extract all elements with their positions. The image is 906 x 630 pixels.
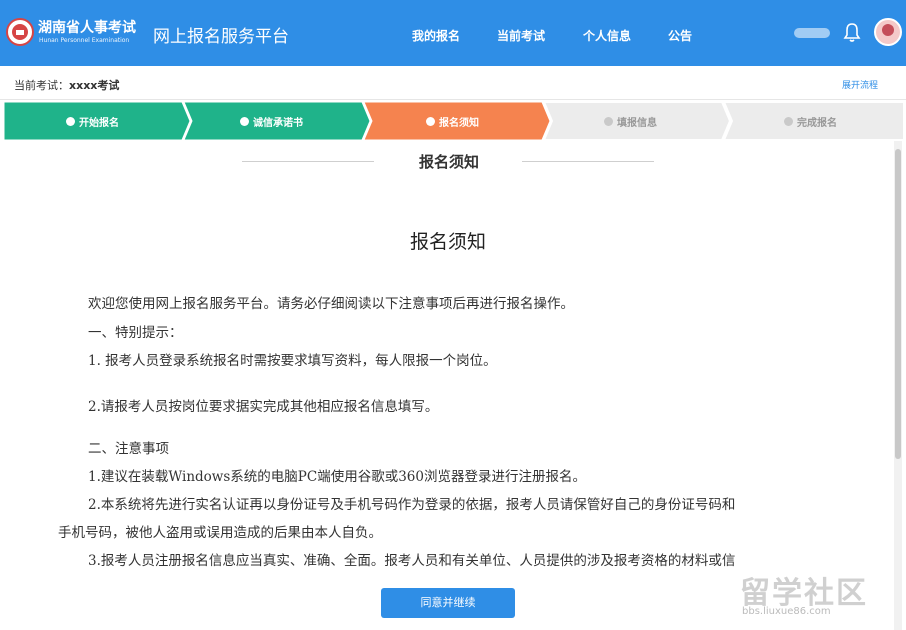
paragraph-welcome: 欢迎您使用网上报名服务平台。请务必仔细阅读以下注意事项后再进行报名操作。 (88, 296, 574, 312)
step-label: 报名须知 (439, 118, 479, 129)
current-exam-name: xxxx考试 (69, 79, 120, 92)
logo-icon[interactable] (6, 18, 34, 46)
current-exam-label: 当前考试：xxxx考试 (14, 77, 119, 93)
pending-circle-icon (784, 117, 793, 126)
step-registration-notice: 报名须知 (426, 114, 479, 129)
paragraph-item: 2.请报考人员按岗位要求据实完成其他相应报名信息填写。 (88, 399, 439, 415)
scrollbar-thumb[interactable] (895, 149, 901, 459)
content-scrollbar[interactable] (894, 141, 902, 630)
section-title: 报名须知 (418, 153, 479, 171)
agree-continue-button[interactable]: 同意并继续 (381, 588, 515, 618)
paragraph-item: 1.建议在装载Windows系统的电脑PC端使用谷歌或360浏览器登录进行注册报… (88, 469, 586, 485)
user-avatar[interactable] (874, 18, 902, 46)
nav-my-registration[interactable]: 我的报名 (412, 27, 460, 44)
step-start-registration: 开始报名 (66, 114, 119, 129)
notice-content: 报名须知 报名须知 欢迎您使用网上报名服务平台。请务必仔细阅读以下注意事项后再进… (4, 141, 892, 630)
step-label: 诚信承诺书 (253, 118, 303, 129)
step-label: 开始报名 (79, 118, 119, 129)
step-label: 填报信息 (617, 118, 657, 129)
paragraph-item: 3.报考人员注册报名信息应当真实、准确、全面。报考人员和有关单位、人员提供的涉及… (88, 553, 736, 569)
watermark-url: bbs.liuxue86.com (742, 606, 831, 617)
current-exam-bar: 当前考试：xxxx考试 展开流程 (0, 66, 906, 100)
bell-icon[interactable] (843, 22, 861, 44)
step-complete-registration: 完成报名 (784, 114, 837, 129)
step-fill-info: 填报信息 (604, 114, 657, 129)
document-title: 报名须知 (409, 231, 486, 253)
step-integrity-pledge: 诚信承诺书 (240, 114, 303, 129)
user-name-blurred[interactable] (794, 28, 830, 38)
paragraph-item: 1. 报考人员登录系统报名时需按要求填写资料，每人限报一个岗位。 (88, 353, 497, 369)
paragraph-item: 2.本系统将先进行实名认证再以身份证号及手机号码作为登录的依据，报考人员请保管好… (88, 497, 736, 513)
paragraph-heading-special: 一、特别提示： (88, 325, 183, 341)
check-circle-icon (66, 117, 75, 126)
paragraph-heading-notes: 二、注意事项 (88, 441, 169, 457)
section-divider-left (242, 161, 374, 162)
section-divider-right (522, 161, 654, 162)
nav-announcements[interactable]: 公告 (668, 27, 692, 44)
expand-process-link[interactable]: 展开流程 (842, 78, 878, 91)
nav-personal-info[interactable]: 个人信息 (583, 27, 631, 44)
nav-current-exam[interactable]: 当前考试 (497, 27, 545, 44)
step-label: 完成报名 (797, 118, 837, 129)
section-header: 报名须知 (4, 151, 892, 173)
progress-steps: 开始报名 诚信承诺书 报名须知 填报信息 完成报名 (4, 102, 904, 140)
brand-english-name: Hunan Personnel Examination (39, 37, 130, 44)
location-pin-icon (426, 117, 435, 126)
platform-title: 网上报名服务平台 (153, 27, 289, 47)
brand-name[interactable]: 湖南省人事考试 (38, 17, 136, 37)
watermark-logo: 留学社区 bbs.liuxue86.com (740, 568, 900, 624)
top-header: 湖南省人事考试 Hunan Personnel Examination 网上报名… (0, 0, 906, 66)
current-exam-caption: 当前考试： (14, 79, 69, 92)
pending-circle-icon (604, 117, 613, 126)
paragraph-item-continued: 手机号码，被他人盗用或误用造成的后果由本人自负。 (58, 525, 382, 541)
check-circle-icon (240, 117, 249, 126)
